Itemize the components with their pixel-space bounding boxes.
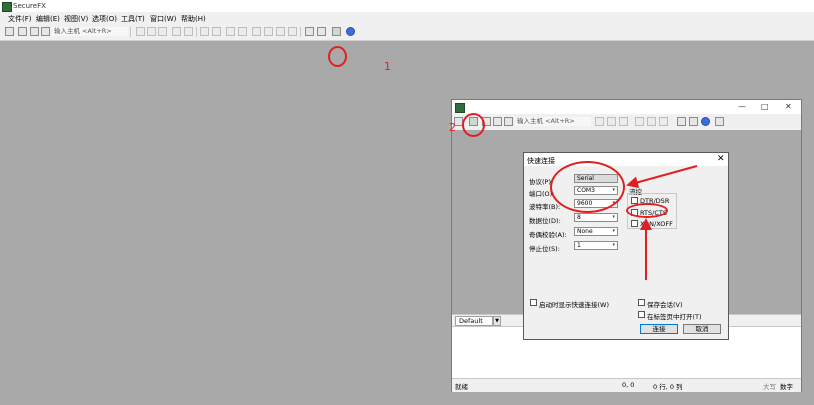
arrow-to-protocol bbox=[626, 165, 698, 189]
annotation-arrows bbox=[626, 165, 698, 280]
